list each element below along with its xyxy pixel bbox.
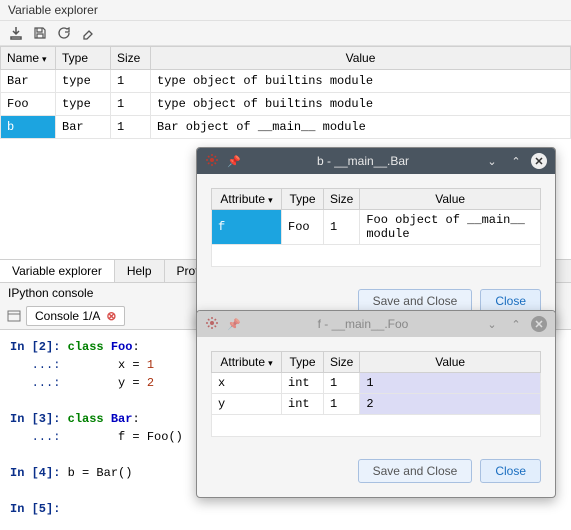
close-icon[interactable]: ✕ xyxy=(531,316,547,332)
table-row[interactable]: x int 1 1 xyxy=(212,373,541,394)
var-size: 1 xyxy=(111,116,151,139)
col-value-header[interactable]: Value xyxy=(360,189,541,210)
chevron-up-icon[interactable]: ⌃ xyxy=(507,315,525,333)
table-row[interactable]: Foo type 1 type object of builtins modul… xyxy=(1,93,571,116)
tab-help[interactable]: Help xyxy=(115,260,165,282)
console-tab-label: Console 1/A xyxy=(35,309,100,323)
table-row[interactable]: Bar type 1 type object of builtins modul… xyxy=(1,70,571,93)
object-inspector-popup-b[interactable]: 📌 b - __main__.Bar ⌄ ⌃ ✕ Attribute Type … xyxy=(196,147,556,328)
col-value-header[interactable]: Value xyxy=(151,47,571,70)
attr-size: 1 xyxy=(324,210,360,245)
var-size: 1 xyxy=(111,93,151,116)
console-tab[interactable]: Console 1/A ⊗ xyxy=(26,306,125,326)
attr-value: 2 xyxy=(360,394,541,415)
col-value-header[interactable]: Value xyxy=(360,352,541,373)
var-value: type object of builtins module xyxy=(151,93,571,116)
refresh-icon[interactable] xyxy=(56,25,72,41)
console-list-icon[interactable] xyxy=(6,308,22,324)
popup-title-text: f - __main__.Foo xyxy=(249,317,477,331)
chevron-down-icon[interactable]: ⌄ xyxy=(483,315,501,333)
col-size-header[interactable]: Size xyxy=(324,352,360,373)
attr-name: x xyxy=(212,373,282,394)
close-icon[interactable]: ✕ xyxy=(531,153,547,169)
save-and-close-button[interactable]: Save and Close xyxy=(358,459,473,483)
var-type: type xyxy=(56,70,111,93)
table-row[interactable]: b Bar 1 Bar object of __main__ module xyxy=(1,116,571,139)
col-size-header[interactable]: Size xyxy=(324,189,360,210)
col-attr-header[interactable]: Attribute xyxy=(212,352,282,373)
attr-value: Foo object of __main__ module xyxy=(360,210,541,245)
attr-type: int xyxy=(282,394,324,415)
import-icon[interactable] xyxy=(8,25,24,41)
object-inspector-popup-f[interactable]: 📌 f - __main__.Foo ⌄ ⌃ ✕ Attribute Type … xyxy=(196,310,556,498)
attribute-table[interactable]: Attribute Type Size Value x int 1 1 y in… xyxy=(211,351,541,437)
var-size: 1 xyxy=(111,70,151,93)
var-value: Bar object of __main__ module xyxy=(151,116,571,139)
attr-size: 1 xyxy=(324,394,360,415)
attr-type: int xyxy=(282,373,324,394)
table-row[interactable]: f Foo 1 Foo object of __main__ module xyxy=(212,210,541,245)
col-type-header[interactable]: Type xyxy=(56,47,111,70)
close-button[interactable]: Close xyxy=(480,459,541,483)
var-type: Bar xyxy=(56,116,111,139)
var-name: Foo xyxy=(1,93,56,116)
attr-type: Foo xyxy=(282,210,324,245)
chevron-up-icon[interactable]: ⌃ xyxy=(507,152,525,170)
popup-titlebar[interactable]: 📌 f - __main__.Foo ⌄ ⌃ ✕ xyxy=(197,311,555,337)
erase-icon[interactable] xyxy=(80,25,96,41)
attr-name: y xyxy=(212,394,282,415)
col-size-header[interactable]: Size xyxy=(111,47,151,70)
var-type: type xyxy=(56,93,111,116)
col-type-header[interactable]: Type xyxy=(282,189,324,210)
variable-explorer-title: Variable explorer xyxy=(0,0,571,21)
gear-icon xyxy=(205,316,219,333)
close-icon[interactable]: ⊗ xyxy=(106,309,116,323)
tab-variable-explorer[interactable]: Variable explorer xyxy=(0,260,115,282)
attr-value: 1 xyxy=(360,373,541,394)
table-row[interactable]: y int 1 2 xyxy=(212,394,541,415)
variable-explorer-toolbar xyxy=(0,21,571,46)
chevron-down-icon[interactable]: ⌄ xyxy=(483,152,501,170)
gear-icon xyxy=(205,153,219,170)
col-attr-header[interactable]: Attribute xyxy=(212,189,282,210)
pin-icon[interactable]: 📌 xyxy=(225,315,243,333)
attribute-table[interactable]: Attribute Type Size Value f Foo 1 Foo ob… xyxy=(211,188,541,267)
attr-name: f xyxy=(212,210,282,245)
var-value: type object of builtins module xyxy=(151,70,571,93)
var-name: Bar xyxy=(1,70,56,93)
popup-titlebar[interactable]: 📌 b - __main__.Bar ⌄ ⌃ ✕ xyxy=(197,148,555,174)
col-type-header[interactable]: Type xyxy=(282,352,324,373)
variable-table[interactable]: Name Type Size Value Bar type 1 type obj… xyxy=(0,46,571,139)
save-icon[interactable] xyxy=(32,25,48,41)
attr-size: 1 xyxy=(324,373,360,394)
var-name: b xyxy=(1,116,56,139)
pin-icon[interactable]: 📌 xyxy=(225,152,243,170)
col-name-header[interactable]: Name xyxy=(1,47,56,70)
popup-title-text: b - __main__.Bar xyxy=(249,154,477,168)
